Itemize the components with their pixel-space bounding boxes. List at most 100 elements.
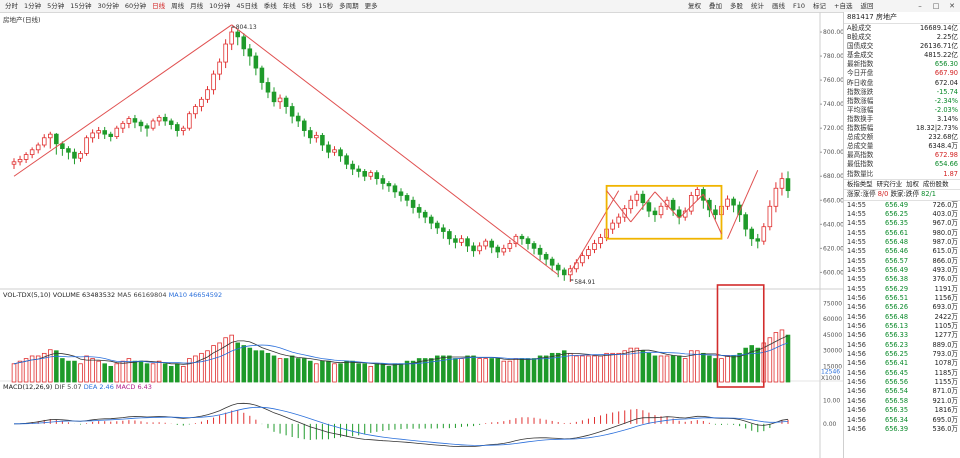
close-icon[interactable]: ✕ bbox=[947, 1, 957, 11]
trade-volume: 866.0万 bbox=[932, 256, 958, 265]
trade-ticks[interactable]: 14:55 656.49 726.0万 14:55 656.25 403.0万 14:55 6… bbox=[844, 201, 960, 435]
trade-row: 14:55 656.38 376.0万 bbox=[844, 275, 960, 284]
trade-time: 14:55 bbox=[847, 200, 867, 209]
trade-row: 14:56 656.56 1155万 bbox=[844, 378, 960, 387]
volume-bar bbox=[72, 360, 77, 383]
volume-bar bbox=[386, 365, 392, 383]
price-tick-label: 740.00 bbox=[823, 101, 843, 108]
candle bbox=[132, 118, 138, 123]
volume-bar bbox=[193, 355, 198, 383]
volume-bar bbox=[320, 360, 325, 383]
macd-tick-label: 10.00 bbox=[823, 397, 840, 404]
candle bbox=[580, 255, 585, 264]
trade-row: 14:56 656.23 889.0万 bbox=[844, 341, 960, 350]
stat-row: 指数涨跌 -15.74 bbox=[844, 88, 960, 97]
stat-value: 3.14% bbox=[937, 114, 958, 123]
stat-label: 基金成交 bbox=[847, 51, 874, 60]
volume-bar bbox=[616, 352, 621, 383]
candle bbox=[120, 122, 126, 129]
stat-row: 指数换手 3.14% bbox=[844, 115, 960, 124]
trade-volume: 871.0万 bbox=[932, 387, 958, 396]
trade-volume: 2422万 bbox=[934, 312, 958, 321]
candle bbox=[90, 132, 95, 139]
panel-title: 881417 房地产 bbox=[844, 12, 960, 24]
candle bbox=[283, 97, 289, 107]
volume-bar bbox=[187, 358, 192, 383]
trade-price: 656.46 bbox=[885, 247, 909, 256]
price-tick-label: 620.00 bbox=[823, 245, 843, 252]
stat-row: B股成交 2.25亿 bbox=[844, 33, 960, 42]
volume-bar bbox=[277, 358, 283, 383]
volume-bar bbox=[646, 352, 652, 383]
trade-price: 656.48 bbox=[885, 312, 909, 321]
trade-volume: 1155万 bbox=[934, 378, 958, 387]
trade-volume: 376.0万 bbox=[932, 275, 958, 284]
maximize-icon[interactable]: □ bbox=[931, 1, 941, 11]
index-name: 房地产 bbox=[875, 13, 897, 21]
trade-time: 14:56 bbox=[847, 406, 867, 415]
candle bbox=[428, 216, 434, 224]
volume-bar bbox=[725, 355, 730, 383]
candle bbox=[247, 48, 253, 57]
volume-bar bbox=[314, 363, 319, 383]
candle bbox=[422, 211, 428, 218]
trade-time: 14:55 bbox=[847, 219, 867, 228]
kline-chart[interactable]: 800.00 780.00 760.00 740.00 720.00 700.00 680.… bbox=[0, 0, 843, 458]
minimize-icon[interactable]: – bbox=[915, 1, 925, 11]
candle bbox=[767, 205, 773, 228]
volume-bar bbox=[295, 358, 301, 383]
trend-line bbox=[569, 190, 620, 273]
sector-item[interactable]: 加权 bbox=[906, 180, 919, 190]
candle bbox=[773, 187, 779, 207]
tool-button[interactable]: 返回 bbox=[856, 1, 877, 11]
sector-item[interactable]: 研究行业 bbox=[877, 180, 903, 190]
trade-row: 14:56 656.25 793.0万 bbox=[844, 350, 960, 359]
stat-value: -2.03% bbox=[934, 105, 958, 114]
trade-price: 656.61 bbox=[885, 228, 909, 237]
stat-label: 指数换手 bbox=[847, 114, 874, 123]
volume-bar bbox=[132, 360, 138, 383]
candle bbox=[695, 189, 700, 196]
candle bbox=[60, 143, 65, 149]
volume-bar bbox=[96, 360, 101, 383]
volume-bar bbox=[598, 355, 603, 383]
candle bbox=[501, 247, 507, 253]
price-tick-label: 680.00 bbox=[823, 173, 843, 180]
candle bbox=[102, 130, 107, 135]
candle bbox=[392, 185, 398, 193]
volume-bar bbox=[519, 358, 525, 383]
volume-bar bbox=[308, 360, 313, 383]
volume-bar bbox=[604, 352, 609, 383]
stat-value: 667.90 bbox=[934, 69, 958, 78]
candle bbox=[187, 113, 192, 129]
volume-bar bbox=[338, 363, 343, 383]
price-tick-label: 800.00 bbox=[823, 29, 843, 36]
candle bbox=[471, 245, 476, 252]
stat-value: 16689.14亿 bbox=[919, 24, 958, 32]
price-tick-label: 780.00 bbox=[823, 53, 843, 60]
trade-time: 14:55 bbox=[847, 237, 867, 246]
sector-item[interactable]: 成份股数 bbox=[923, 180, 949, 190]
stats-list: A股成交 16689.14亿 B股成交 2.25亿 国债成交 26136.71亿 基金成交 4… bbox=[844, 24, 960, 179]
candle bbox=[713, 209, 718, 216]
trade-row: 14:56 656.51 1156万 bbox=[844, 294, 960, 303]
volume-bar bbox=[652, 355, 658, 383]
candle bbox=[193, 106, 198, 115]
candle bbox=[320, 134, 325, 146]
candle bbox=[54, 133, 59, 145]
volume-bar bbox=[477, 358, 482, 383]
candle bbox=[404, 195, 410, 201]
candle bbox=[779, 178, 785, 189]
volume-bar bbox=[719, 358, 724, 383]
candle bbox=[235, 31, 241, 38]
candle bbox=[241, 36, 247, 50]
candle bbox=[259, 67, 265, 83]
updown-row: 涨家:涨停 8/0 跌家:跌停 82/1 bbox=[844, 189, 960, 201]
stat-row: 总成交量 6348.4万 bbox=[844, 142, 960, 151]
candle bbox=[435, 222, 440, 229]
stat-row: 平均涨幅 -2.03% bbox=[844, 106, 960, 115]
trend-line bbox=[654, 191, 680, 219]
volume-bar bbox=[658, 355, 664, 383]
candle bbox=[301, 120, 307, 131]
sector-row: 板指类型 研究行业 加权 成份股数 bbox=[844, 178, 960, 190]
